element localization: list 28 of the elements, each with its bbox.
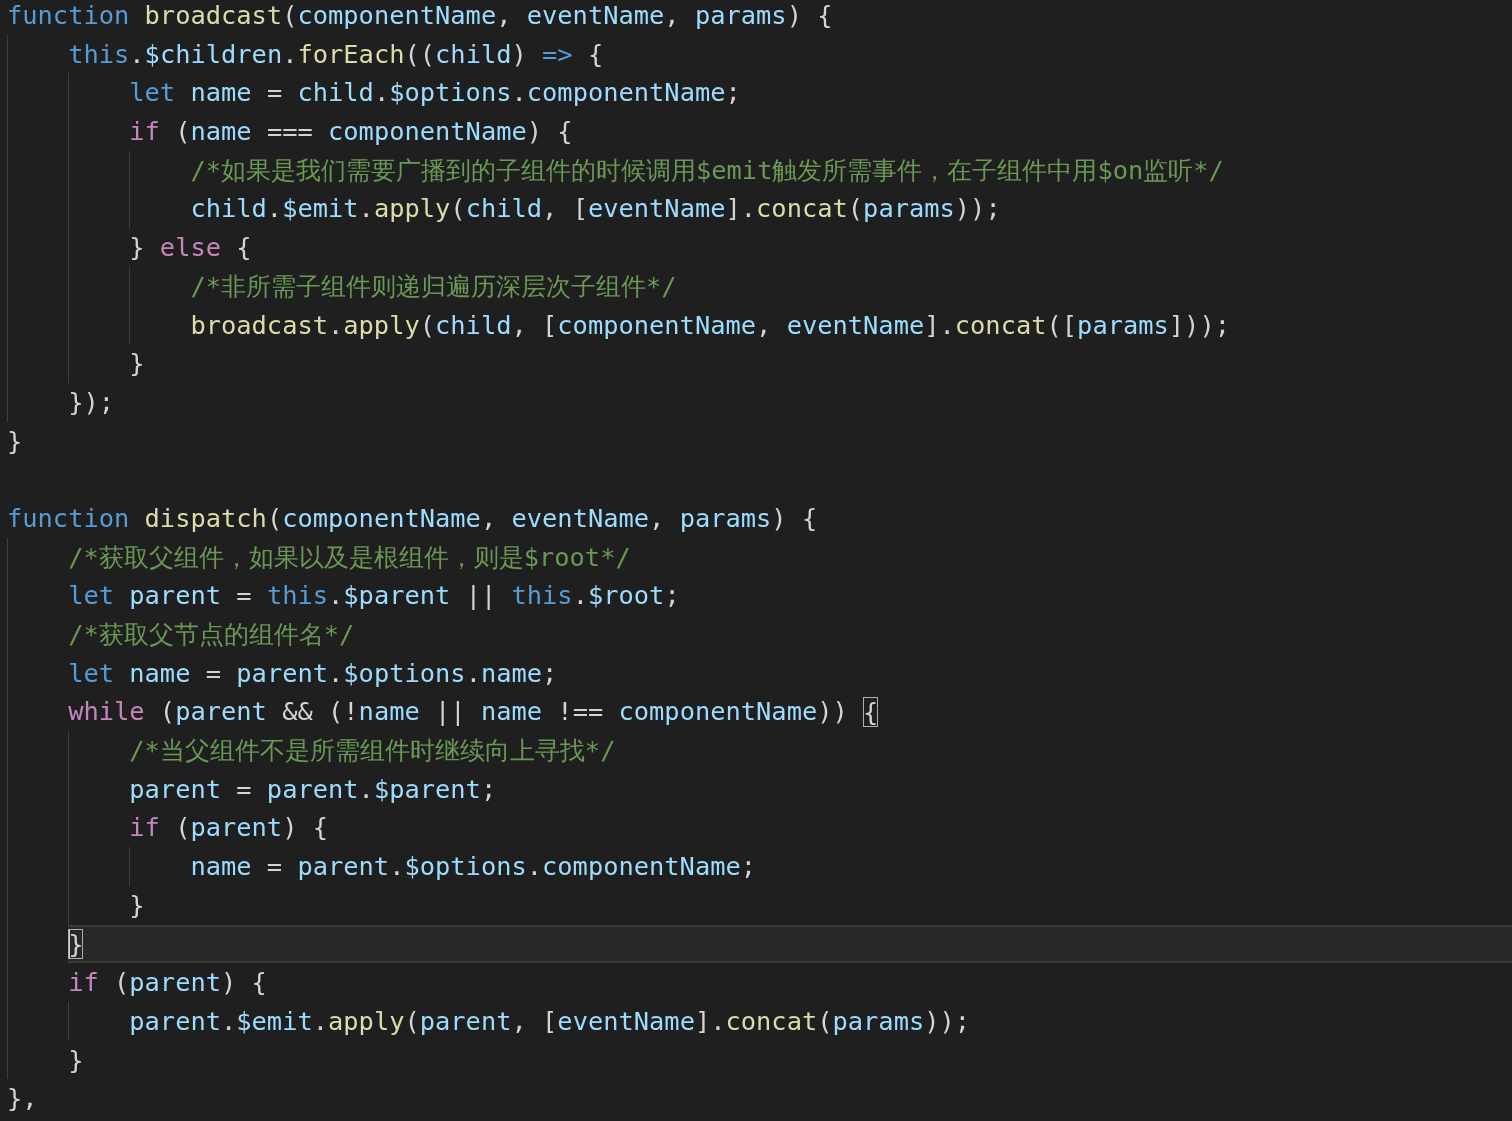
code-text: parent.$emit.apply(parent, [eventName].concat(params)); xyxy=(129,1004,971,1038)
code-text: while (parent && (!name || name !== componentName)) xyxy=(68,695,849,729)
code-text: parent = parent.$parent; xyxy=(129,772,497,806)
code-text: name = parent.$options.componentName; xyxy=(190,850,757,884)
code-text: if (name === componentName) { xyxy=(129,115,573,149)
code-text: let name = parent.$options.name; xyxy=(68,656,558,690)
code-text: /*非所需子组件则递归遍历深层次子组件*/ xyxy=(190,269,677,303)
code-text: function broadcast(componentName, eventName, params) { xyxy=(7,0,833,32)
code-text: } xyxy=(68,1043,84,1077)
code-text: this.$children.forEach((child) => { xyxy=(68,37,604,71)
code-text: }); xyxy=(68,385,114,419)
code-text: broadcast.apply(child, [componentName, eventName].concat([params])); xyxy=(190,308,1230,342)
code-text: /*当父组件不是所需组件时继续向上寻找*/ xyxy=(129,734,616,768)
code-text: } xyxy=(129,347,145,381)
code-text: /*如果是我们需要广播到的子组件的时候调用$emit触发所需事件，在子组件中用$on监听*/ xyxy=(190,153,1224,187)
code-text: /*获取父组件，如果以及是根组件，则是$root*/ xyxy=(68,540,631,574)
code-text: } xyxy=(7,424,23,458)
code-text: } else { xyxy=(129,231,252,265)
code-text: let parent = this.$parent || this.$root; xyxy=(68,579,680,613)
code-text: /*获取父节点的组件名*/ xyxy=(68,618,355,651)
matching-bracket: { xyxy=(863,696,879,727)
code-text: function dispatch(componentName, eventName, params) { xyxy=(7,501,818,535)
code-text: } xyxy=(129,888,145,922)
code-text: if (parent) { xyxy=(68,966,267,1000)
code-text: if (parent) { xyxy=(129,811,328,845)
code-text: }, xyxy=(7,1082,38,1116)
code-text: child.$emit.apply(child, [eventName].concat(params)); xyxy=(190,192,1001,226)
code-text: let name = child.$options.componentName; xyxy=(129,76,741,110)
